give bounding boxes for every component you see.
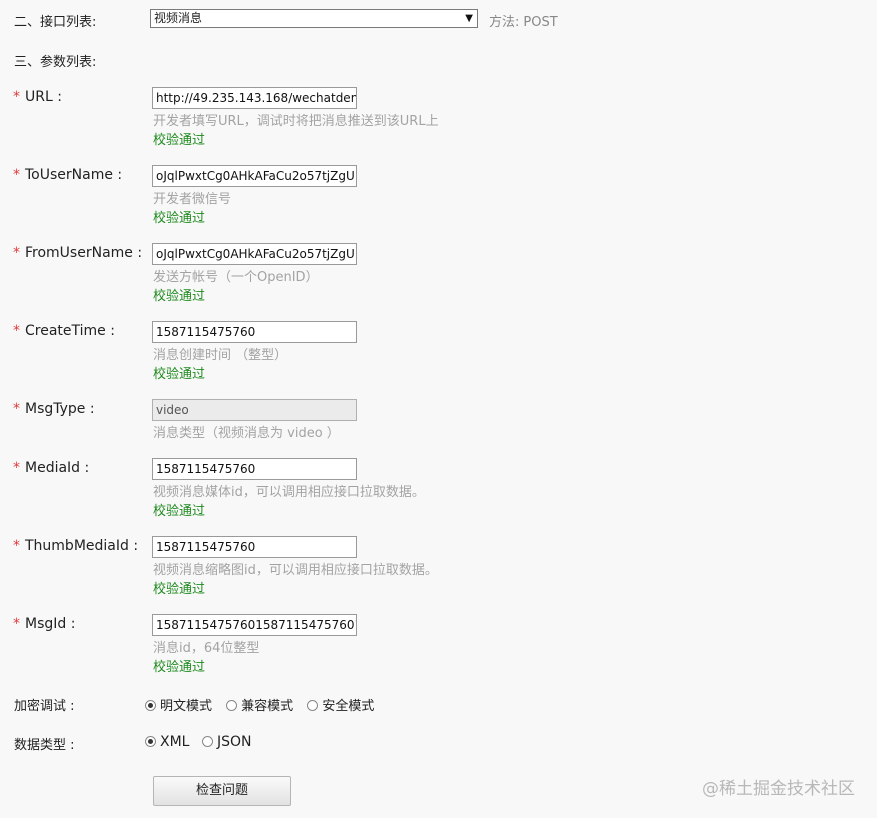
radio-json[interactable]: JSON (201, 734, 251, 750)
param-label-mediaid: * MediaId : (13, 460, 90, 476)
required-star: * (13, 89, 20, 105)
param-label-createtime: * CreateTime : (13, 323, 115, 339)
param-label-url: * URL : (13, 89, 62, 105)
fromusername-hint: 发送方帐号（一个OpenID） (153, 270, 319, 285)
radio-unchecked-icon[interactable] (226, 700, 238, 711)
radio-unchecked-icon[interactable] (307, 700, 319, 711)
url-hint: 开发者填写URL，调试时将把消息推送到该URL上 (153, 114, 439, 129)
msgtype-hint: 消息类型（视频消息为 video ） (153, 426, 340, 441)
interface-list-label: 二、接口列表: (14, 15, 97, 30)
fromusername-input[interactable]: oJqlPwxtCg0AHkAFaCu2o57tjZgU (152, 243, 357, 265)
createtime-status: 校验通过 (153, 367, 206, 382)
required-star: * (13, 167, 20, 183)
thumbmediaid-status: 校验通过 (153, 582, 206, 597)
createtime-input[interactable]: 1587115475760 (152, 321, 357, 343)
fromusername-status: 校验通过 (153, 289, 206, 304)
param-label-tousername: * ToUserName : (13, 167, 123, 183)
createtime-hint: 消息创建时间 （整型） (153, 348, 288, 363)
required-star: * (13, 323, 20, 339)
radio-checked-icon[interactable] (145, 700, 156, 711)
select-arrow-icon[interactable]: ▼ (465, 10, 473, 27)
interface-select[interactable]: 视频消息 ▼ (150, 9, 478, 28)
msgid-hint: 消息id，64位整型 (153, 641, 260, 656)
mediaid-hint: 视频消息媒体id，可以调用相应接口拉取数据。 (153, 485, 425, 500)
msgid-input[interactable]: 1587115475760158711547576015871154757601… (152, 614, 357, 636)
msgid-status: 校验通过 (153, 660, 206, 675)
required-star: * (13, 401, 20, 417)
interface-select-value: 视频消息 (154, 11, 203, 25)
radio-xml[interactable]: XML (145, 734, 189, 750)
radio-secure[interactable]: 安全模式 (307, 699, 374, 714)
thumbmediaid-hint: 视频消息缩略图id，可以调用相应接口拉取数据。 (153, 563, 438, 578)
tousername-hint: 开发者微信号 (153, 192, 232, 207)
method-label: 方法: (489, 15, 520, 30)
url-status: 校验通过 (153, 133, 206, 148)
url-input[interactable]: http://49.235.143.168/wechatdemo (152, 87, 357, 109)
radio-compatible[interactable]: 兼容模式 (226, 699, 293, 714)
encryption-label: 加密调试 : (14, 699, 75, 714)
radio-unchecked-icon[interactable] (201, 736, 213, 747)
required-star: * (13, 460, 20, 476)
required-star: * (13, 245, 20, 261)
mediaid-status: 校验通过 (153, 504, 206, 519)
radio-checked-icon[interactable] (145, 736, 156, 747)
watermark-text: @稀土掘金技术社区 (702, 779, 855, 799)
check-problem-button[interactable]: 检查问题 (153, 776, 291, 806)
method-info: 方法: POST (489, 11, 558, 30)
encryption-radio-group: 明文模式 兼容模式 安全模式 (145, 695, 384, 714)
radio-plaintext[interactable]: 明文模式 (145, 699, 212, 714)
param-label-thumbmediaid: * ThumbMediaId : (13, 538, 139, 554)
required-star: * (13, 616, 20, 632)
datatype-label: 数据类型 : (14, 738, 75, 753)
params-title: 三、参数列表: (14, 55, 97, 70)
required-star: * (13, 538, 20, 554)
param-label-fromusername: * FromUserName : (13, 245, 143, 261)
param-label-msgid: * MsgId : (13, 616, 76, 632)
param-label-msgtype: * MsgType : (13, 401, 95, 417)
mediaid-input[interactable]: 1587115475760 (152, 458, 357, 480)
method-value: POST (523, 15, 558, 30)
thumbmediaid-input[interactable]: 1587115475760 (152, 536, 357, 558)
datatype-radio-group: XML JSON (145, 734, 261, 750)
tousername-input[interactable]: oJqlPwxtCg0AHkAFaCu2o57tjZgU (152, 165, 357, 187)
msgtype-input: video (152, 399, 357, 421)
tousername-status: 校验通过 (153, 211, 206, 226)
